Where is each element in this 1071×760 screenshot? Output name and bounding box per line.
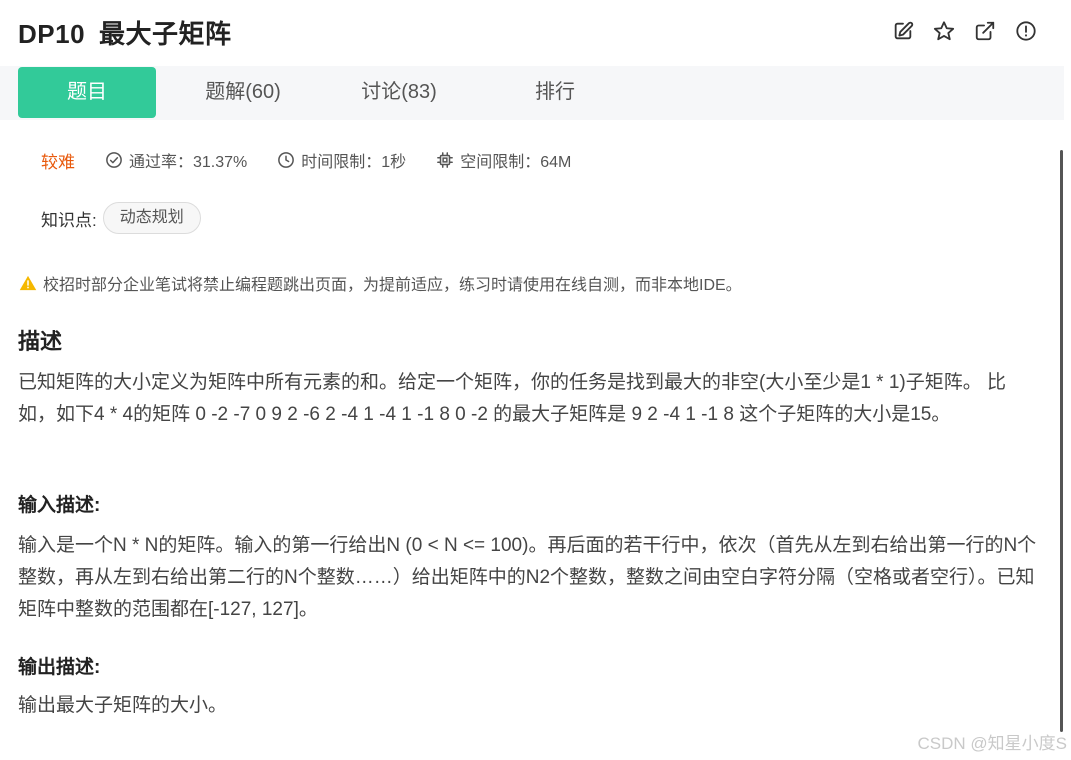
page-title: DP10 最大子矩阵 — [18, 14, 232, 51]
problem-header: DP10 最大子矩阵 — [0, 0, 1071, 66]
pass-rate-text: 通过率：31.37% — [129, 154, 248, 171]
space-limit-text: 空间限制：64M — [460, 154, 572, 171]
output-desc-text: 输出最大子矩阵的大小。 — [18, 695, 228, 716]
star-icon[interactable] — [933, 20, 955, 42]
problem-meta: 较难 通过率：31.37% 时间限制：1秒 空间限制：64M — [41, 148, 601, 172]
problem-title: 最大子矩阵 — [99, 19, 232, 49]
warning-notice: 校招时部分企业笔试将禁止编程题跳出页面，为提前适应，练习时请使用在线自测，而非本… — [19, 271, 742, 295]
input-desc-heading: 输入描述: — [18, 495, 101, 516]
alert-circle-icon[interactable] — [1015, 20, 1037, 42]
description-heading: 描述 — [18, 329, 63, 354]
scrollbar[interactable] — [1060, 150, 1063, 732]
time-limit-text: 时间限制：1秒 — [301, 154, 407, 171]
edit-icon[interactable] — [892, 20, 914, 42]
input-desc-text: 输入是一个N * N的矩阵。输入的第一行给出N (0 < N <= 100)。再… — [18, 535, 1037, 620]
output-desc-heading: 输出描述: — [18, 657, 101, 678]
description-text: 已知矩阵的大小定义为矩阵中所有元素的和。给定一个矩阵，你的任务是找到最大的非空(… — [18, 372, 1007, 425]
warning-text: 校招时部分企业笔试将禁止编程题跳出页面，为提前适应，练习时请使用在线自测，而非本… — [43, 277, 742, 294]
tab-bar: 题目 题解(60) 讨论(83) 排行 — [0, 66, 1064, 120]
watermark: CSDN @知星小度S — [917, 734, 1068, 753]
tab-problem[interactable]: 题目 — [18, 67, 156, 118]
tab-solutions[interactable]: 题解(60) — [174, 67, 312, 118]
warning-icon — [19, 275, 37, 291]
space-limit: 空间限制：64M — [436, 148, 571, 172]
chip-icon — [437, 152, 454, 168]
knowledge-tag[interactable]: 动态规划 — [102, 202, 201, 234]
check-circle-icon — [106, 152, 122, 168]
tab-discussion[interactable]: 讨论(83) — [330, 67, 468, 118]
time-limit: 时间限制：1秒 — [277, 148, 406, 172]
pass-rate: 通过率：31.37% — [105, 148, 247, 172]
external-link-icon[interactable] — [974, 20, 996, 42]
knowledge-label: 知识点: — [41, 210, 97, 230]
tab-ranking[interactable]: 排行 — [486, 67, 624, 118]
header-actions — [892, 20, 1037, 42]
knowledge-points: 知识点: 动态规划 — [41, 202, 201, 234]
problem-id: DP10 — [18, 19, 86, 49]
clock-icon — [278, 152, 295, 168]
difficulty-label: 较难 — [41, 152, 75, 172]
